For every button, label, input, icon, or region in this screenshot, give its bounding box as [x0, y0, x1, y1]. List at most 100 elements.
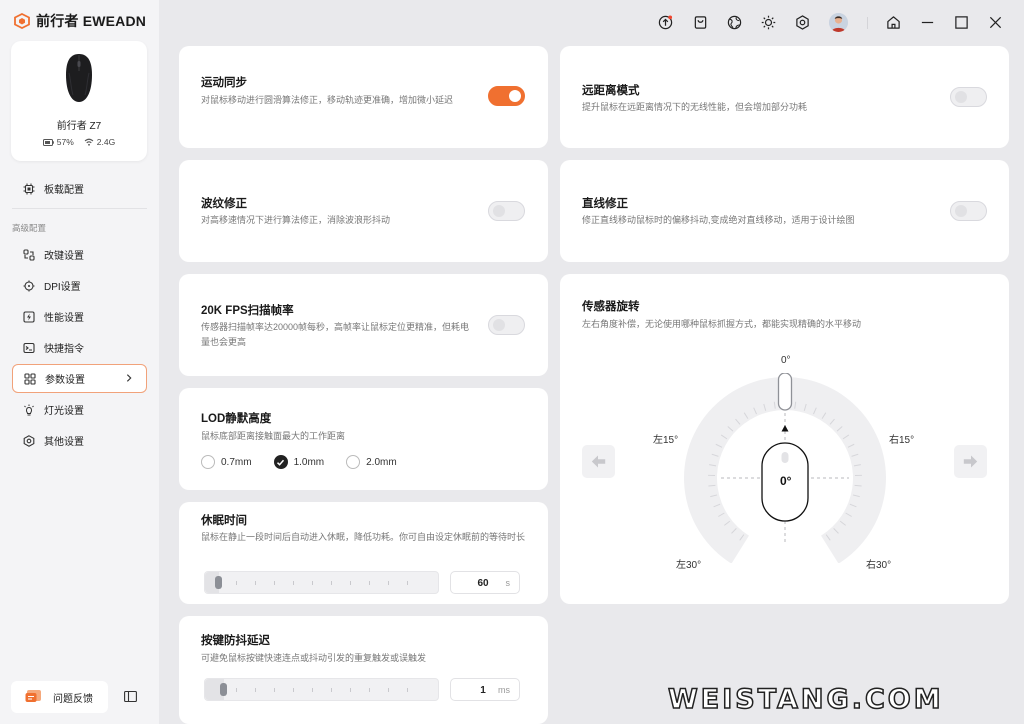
sidebar-item-other[interactable]: 其他设置: [12, 426, 147, 455]
maximize-button[interactable]: [953, 14, 970, 31]
slider-tick: [407, 688, 408, 692]
motion-sync-card: 运动同步 对鼠标移动进行圆滑算法修正，移动轨迹更准确，增加微小延迟: [179, 46, 548, 148]
slider-handle[interactable]: [215, 576, 223, 589]
radio-label: 1.0mm: [293, 456, 325, 468]
radio-circle: [346, 455, 361, 469]
rotate-left-button[interactable]: [582, 445, 615, 478]
sidebar-item-shortcuts[interactable]: 快捷指令: [12, 333, 147, 362]
debounce-slider[interactable]: [204, 678, 439, 701]
sidebar-collapse-icon[interactable]: [124, 690, 137, 703]
maximize-icon: [955, 16, 968, 29]
sidebar-item-parameters[interactable]: 参数设置: [12, 364, 147, 393]
slider-tick: [255, 581, 256, 585]
sidebar-item-label: 性能设置: [44, 313, 84, 324]
straight-toggle[interactable]: [950, 201, 987, 221]
debounce-value: 1: [480, 685, 486, 696]
feedback-button[interactable]: 问题反馈: [11, 681, 108, 713]
lamp-icon: [24, 404, 34, 415]
motion-sync-toggle[interactable]: [488, 86, 525, 106]
motion-sync-desc: 对鼠标移动进行圆滑算法修正，移动轨迹更准确，增加微小延迟: [201, 95, 454, 105]
slider-tick: [407, 581, 408, 585]
lod-card: LOD静默高度 鼠标底部距离接触面最大的工作距离 0.7mm 1.0mm 2.0…: [179, 388, 548, 490]
sidebar-item-label: 灯光设置: [44, 406, 84, 417]
sleep-value-input[interactable]: 60 s: [450, 571, 520, 594]
slider-handle[interactable]: [219, 683, 227, 696]
crosshair-icon: [23, 280, 35, 291]
rotate-right-button[interactable]: [954, 445, 987, 478]
toggle-knob: [493, 205, 505, 217]
sleep-slider[interactable]: [204, 571, 439, 594]
hexagon-settings-icon: [23, 434, 35, 447]
upgrade-button[interactable]: [657, 14, 674, 31]
device-card[interactable]: 前行者 Z7 57% 2.4G: [11, 41, 147, 161]
minimize-button[interactable]: [919, 14, 936, 31]
sidebar-item-key-mapping[interactable]: 改键设置: [12, 240, 147, 269]
device-stats: 57% 2.4G: [11, 137, 147, 147]
store-button[interactable]: [692, 14, 709, 31]
slider-tick: [350, 581, 351, 585]
close-icon: [989, 16, 1002, 29]
device-name: 前行者 Z7: [56, 121, 102, 132]
radio-label: 2.0mm: [366, 456, 397, 468]
lod-desc: 鼠标底部距离接触面最大的工作距离: [201, 431, 346, 441]
slider-tick: [293, 688, 294, 692]
sensor-rotation-desc: 左右角度补偿，无论使用哪种鼠标抓握方式，都能实现精确的水平移动: [582, 319, 862, 329]
fps-toggle[interactable]: [488, 315, 525, 335]
rotation-dial[interactable]: [681, 373, 889, 563]
user-avatar-icon: [829, 13, 848, 32]
wifi-icon: [84, 138, 94, 146]
slider-tick: [236, 581, 237, 585]
slider-tick: [236, 688, 237, 692]
brand: 前行者 EWEADN: [14, 11, 146, 31]
battery-icon: [42, 138, 54, 146]
slider-tick: [312, 581, 313, 585]
settings-button[interactable]: [794, 14, 811, 31]
language-button[interactable]: [726, 14, 743, 31]
dial-knob[interactable]: [777, 373, 793, 411]
sensor-rotation-title: 传感器旋转: [582, 301, 640, 313]
dial-direction-arrow: [781, 425, 789, 432]
long-range-toggle[interactable]: [950, 87, 987, 107]
globe-icon: [727, 15, 742, 30]
fps-title: 20K FPS扫描帧率: [201, 305, 294, 317]
lod-option-2-0mm[interactable]: 2.0mm: [346, 455, 397, 469]
gear-icon: [796, 15, 809, 30]
sidebar-item-dpi[interactable]: DPI设置: [12, 271, 147, 300]
slider-tick: [255, 688, 256, 692]
sleep-value: 60: [477, 578, 489, 589]
lod-option-1-0mm[interactable]: 1.0mm: [273, 455, 325, 469]
lod-option-0-7mm[interactable]: 0.7mm: [201, 455, 252, 469]
angle-right15-label: 右15°: [889, 435, 915, 446]
minimize-icon: [921, 21, 934, 24]
long-range-desc: 提升鼠标在远距离情况下的无线性能，但会增加部分功耗: [582, 102, 808, 112]
debounce-value-input[interactable]: 1 ms: [450, 678, 520, 701]
arrow-left-icon: [591, 455, 606, 468]
angle-left15-label: 左15°: [653, 435, 679, 446]
sidebar-item-performance[interactable]: 性能设置: [12, 302, 147, 331]
sidebar-item-lighting[interactable]: 灯光设置: [12, 395, 147, 424]
sidebar-item-label: 其他设置: [44, 437, 84, 448]
radio-circle: [201, 455, 215, 469]
slider-tick: [331, 688, 332, 692]
rotation-current-value: 0°: [780, 474, 792, 488]
straight-desc: 修正直线移动鼠标时的偏移抖动,变成绝对直线移动，适用于设计绘图: [582, 215, 855, 225]
titlebar-separator: [867, 17, 868, 29]
sidebar-divider: [12, 208, 147, 209]
toggle-knob: [955, 205, 967, 217]
sidebar-section-label: 高级配置: [12, 223, 47, 233]
angle-left30-label: 左30°: [676, 560, 702, 571]
motion-sync-title: 运动同步: [201, 77, 247, 89]
ripple-correction-card: 波纹修正 对高移速情况下进行算法修正，消除波浪形抖动: [179, 160, 548, 262]
user-avatar[interactable]: [829, 13, 848, 32]
slider-tick: [350, 688, 351, 692]
ripple-toggle[interactable]: [488, 201, 525, 221]
slider-tick: [293, 581, 294, 585]
radio-label: 0.7mm: [221, 456, 252, 468]
sleep-title: 休眠时间: [201, 515, 247, 527]
sensor-rotation-card: 传感器旋转 左右角度补偿，无论使用哪种鼠标抓握方式，都能实现精确的水平移动 0°…: [560, 274, 1009, 604]
theme-button[interactable]: [760, 14, 777, 31]
close-button[interactable]: [987, 14, 1004, 31]
toggle-knob: [509, 90, 521, 102]
home-button[interactable]: [885, 14, 902, 31]
sidebar-item-board-config[interactable]: 板载配置: [12, 174, 147, 203]
